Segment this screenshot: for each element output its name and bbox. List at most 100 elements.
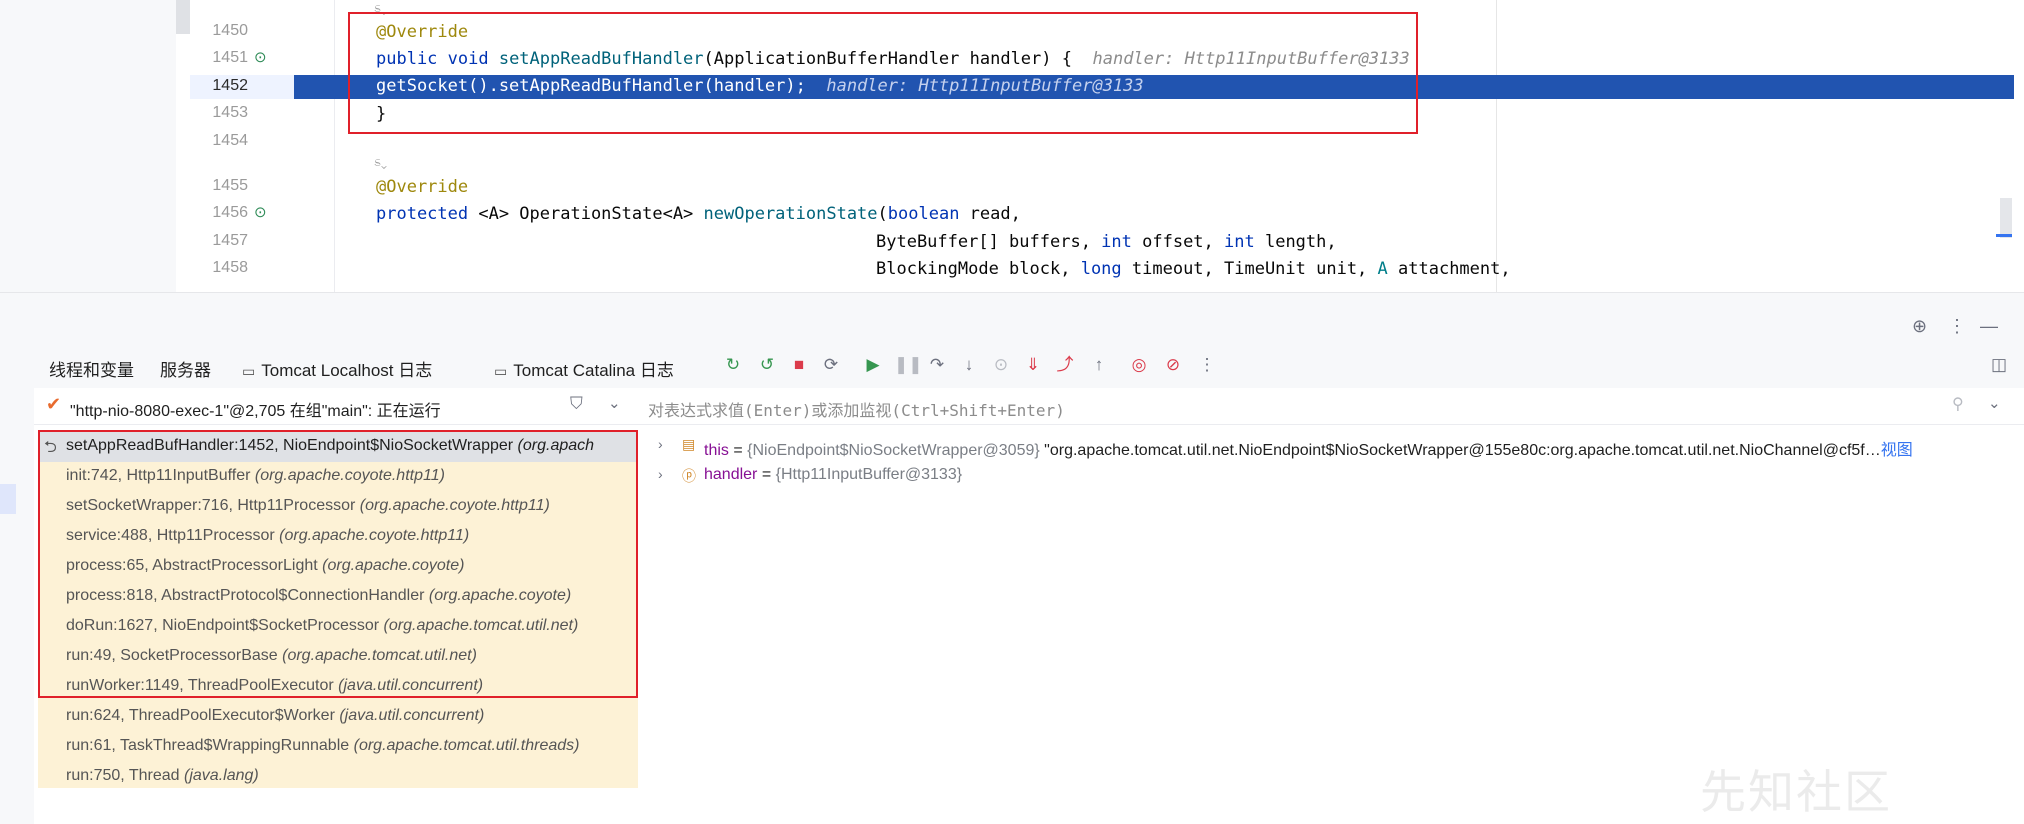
step-into-icon[interactable]: ↓ (958, 354, 980, 376)
line-number: 1455 (212, 177, 248, 194)
chevron-down-icon[interactable]: ⌄ (608, 394, 621, 412)
drop-frame-icon[interactable]: ⤴ (1054, 354, 1076, 376)
rerun-icon[interactable]: ↻ (722, 354, 744, 376)
stack-frame[interactable]: runWorker:1149, ThreadPoolExecutor (java… (38, 672, 638, 702)
frame-package: (org.apach (517, 437, 595, 454)
resume-icon[interactable]: ▶ (862, 354, 884, 376)
tab-label: 服务器 (160, 361, 211, 380)
breakpoints-icon[interactable]: ◎ (1128, 354, 1150, 376)
expression-placeholder: 对表达式求值(Enter)或添加监视(Ctrl+Shift+Enter) (648, 401, 1065, 420)
more-icon[interactable]: ⋮ (1196, 354, 1218, 376)
thread-selector[interactable]: ✔ "http-nio-8080-exec-1"@2,705 在组"main":… (34, 388, 638, 425)
watermark: 先知社区 (1700, 765, 1892, 819)
frame-package: (org.apache.coyote.http11) (279, 527, 470, 544)
keyword: public void (376, 49, 499, 69)
stack-frame[interactable]: run:49, SocketProcessorBase (org.apache.… (38, 642, 638, 672)
line-number: 1456 (212, 204, 248, 221)
code-text: <A> OperationState<A> (478, 204, 704, 224)
force-step-into-icon[interactable]: ⇓ (1022, 354, 1044, 376)
execution-line[interactable]: getSocket().setAppReadBufHandler(handler… (294, 75, 2014, 99)
frame-method: run:49, SocketProcessorBase (66, 647, 278, 664)
step-out-icon[interactable]: ↑ (1088, 354, 1110, 376)
override-icon[interactable]: ⊙ (254, 49, 272, 67)
tab-label: Tomcat Catalina 日志 (513, 361, 674, 380)
method-name: newOperationState (703, 204, 878, 224)
code-text: getSocket().setAppReadBufHandler(handler… (376, 76, 806, 96)
frame-method: setSocketWrapper:716, Http11Processor (66, 497, 356, 514)
code-text: attachment, (1387, 259, 1511, 279)
editor-left-strip (0, 0, 176, 292)
more-icon[interactable]: ⋮ (1948, 316, 1966, 337)
frame-package: (org.apache.coyote.http11) (254, 467, 445, 484)
variable-row[interactable]: › ▤ this = {NioEndpoint$NioSocketWrapper… (638, 432, 2024, 460)
expand-icon[interactable]: › (658, 436, 663, 452)
stack-frame[interactable]: process:818, AbstractProtocol$Connection… (38, 582, 638, 612)
step-over-icon[interactable]: ↷ (926, 354, 948, 376)
restart-icon[interactable]: ⟳ (820, 354, 842, 376)
code-lens[interactable]: ಽ⌄ (374, 154, 387, 170)
tab-server[interactable]: 服务器 (160, 356, 211, 381)
frame-method: run:61, TaskThread$WrappingRunnable (66, 737, 350, 754)
variable-type: {NioEndpoint$NioSocketWrapper@3059} (747, 442, 1040, 459)
variable-name: handler (704, 466, 758, 483)
expand-icon[interactable]: › (658, 466, 663, 482)
horizontal-scroll-thumb[interactable] (176, 0, 190, 34)
mute-breakpoints-icon[interactable]: ⊘ (1162, 354, 1184, 376)
keyword: protected (376, 204, 479, 224)
line-number: 1458 (212, 259, 248, 276)
stack-frame[interactable]: run:750, Thread (java.lang) (38, 762, 638, 792)
inline-value-hint: handler: Http11InputBuffer@3133 (1092, 49, 1410, 69)
stop-icon[interactable]: ■ (788, 354, 810, 376)
add-watch-icon[interactable]: ⚲ (1952, 394, 1964, 414)
tab-tomcat-localhost-log[interactable]: ▭ Tomcat Localhost 日志 (242, 356, 432, 381)
tab-threads-variables[interactable]: 线程和变量 (49, 356, 134, 391)
stack-frames-list: ⮌ setAppReadBufHandler:1452, NioEndpoint$… (38, 432, 638, 788)
stack-frame[interactable]: service:488, Http11Processor (org.apache… (38, 522, 638, 552)
code-text: length, (1254, 232, 1337, 252)
equals-sign: = (757, 466, 776, 483)
frame-method: setAppReadBufHandler:1452, NioEndpoint$N… (66, 437, 514, 454)
line-number: 1453 (212, 104, 248, 121)
error-stripe-marker[interactable] (1996, 234, 2012, 237)
view-link[interactable]: 视图 (1881, 442, 1913, 459)
code-lens[interactable]: ಽ⌄ (374, 0, 387, 16)
pause-icon[interactable]: ❚❚ (894, 354, 923, 376)
field-icon: ▤ (682, 436, 696, 452)
chevron-down-icon[interactable]: ⌄ (1988, 394, 2001, 412)
thread-label: "http-nio-8080-exec-1"@2,705 在组"main": 正… (70, 403, 441, 420)
variable-name: this (704, 442, 729, 459)
tab-tomcat-catalina-log[interactable]: ▭ Tomcat Catalina 日志 (494, 356, 674, 381)
code-editor[interactable]: 1450 1451 1452 1453 1454 1455 1456 1457 … (0, 0, 2024, 292)
frame-package: (org.apache.coyote.http11) (359, 497, 550, 514)
keyword: long (1080, 259, 1122, 279)
target-icon[interactable]: ⊕ (1912, 316, 1927, 337)
variable-row[interactable]: › ⓟ handler = {Http11InputBuffer@3133} (638, 462, 2024, 490)
filter-icon[interactable]: ⛉ (570, 394, 583, 414)
frame-method: run:624, ThreadPoolExecutor$Worker (66, 707, 335, 724)
stack-frame[interactable]: ⮌ setAppReadBufHandler:1452, NioEndpoint$… (38, 432, 638, 462)
rail-indicator[interactable] (0, 484, 16, 514)
code-text: (ApplicationBufferHandler handler) { (703, 49, 1072, 69)
layout-icon[interactable]: ◫ (1988, 354, 2010, 376)
step-into-my-code-icon[interactable]: ⊙ (990, 354, 1012, 376)
scrollbar-thumb[interactable] (2000, 198, 2012, 238)
expression-input[interactable]: 对表达式求值(Enter)或添加监视(Ctrl+Shift+Enter) ⚲ ⌄ (638, 388, 2024, 425)
line-number: 1454 (212, 132, 248, 149)
check-icon: ✔ (46, 394, 62, 414)
frame-method: process:818, AbstractProtocol$Connection… (66, 587, 425, 604)
override-icon[interactable]: ⊙ (254, 204, 272, 222)
stack-frame[interactable]: doRun:1627, NioEndpoint$SocketProcessor … (38, 612, 638, 642)
code-text: timeout, TimeUnit unit, (1121, 259, 1378, 279)
minimize-icon[interactable]: — (1980, 316, 1998, 337)
stack-frame[interactable]: run:61, TaskThread$WrappingRunnable (org… (38, 732, 638, 762)
line-number: 1452 (212, 77, 248, 94)
annotation: @Override (376, 177, 469, 197)
frame-package: (org.apache.coyote) (428, 587, 572, 604)
stack-frame[interactable]: process:65, AbstractProcessorLight (org.… (38, 552, 638, 582)
right-margin-guide (1496, 0, 1497, 292)
parameter-icon: ⓟ (682, 468, 696, 484)
stack-frame[interactable]: run:624, ThreadPoolExecutor$Worker (java… (38, 702, 638, 732)
stack-frame[interactable]: init:742, Http11InputBuffer (org.apache.… (38, 462, 638, 492)
rerun-modified-icon[interactable]: ↺ (756, 354, 778, 376)
stack-frame[interactable]: setSocketWrapper:716, Http11Processor (o… (38, 492, 638, 522)
